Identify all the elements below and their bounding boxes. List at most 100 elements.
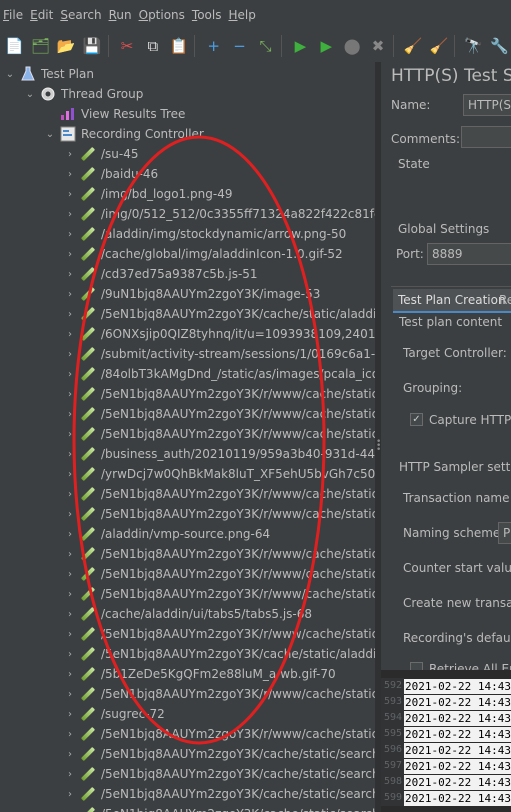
name-field[interactable]: HTTP(S) Test Script Recorder	[463, 94, 511, 116]
save-icon[interactable]: 💾	[81, 35, 104, 57]
chevron-right-icon[interactable]: ›	[64, 629, 76, 640]
tree-item-http-sampler[interactable]: › /5eN1bjq8AAUYm2zgoY3K/r/www/cache/stati…	[0, 624, 375, 644]
menu-edit[interactable]: Edit	[27, 0, 57, 30]
chevron-right-icon[interactable]: ›	[64, 189, 76, 200]
reset-search-icon[interactable]: 🔧	[488, 35, 511, 57]
chevron-right-icon[interactable]: ›	[64, 209, 76, 220]
stop-icon[interactable]: ⬤	[341, 35, 364, 57]
start-no-pauses-icon[interactable]: ▶	[315, 35, 338, 57]
chevron-right-icon[interactable]: ›	[64, 269, 76, 280]
menu-options[interactable]: Options	[136, 0, 189, 30]
menu-search[interactable]: Search	[57, 0, 105, 30]
new-icon[interactable]: 📄	[3, 35, 26, 57]
chevron-right-icon[interactable]: ›	[64, 589, 76, 600]
clear-all-icon[interactable]: 🧹	[427, 35, 450, 57]
chevron-down-icon[interactable]: ⌄	[4, 69, 16, 80]
templates-icon[interactable]: 🗂	[29, 35, 52, 57]
menu-file[interactable]: File	[0, 0, 27, 30]
toggle-icon[interactable]: ⤡	[254, 35, 277, 57]
tree-item-http-sampler[interactable]: › /5b1ZeDe5KgQFm2e88luM_a/wb.gif-70	[0, 664, 375, 684]
chevron-right-icon[interactable]: ›	[64, 729, 76, 740]
tree-item-http-sampler[interactable]: › /sugrec-72	[0, 704, 375, 724]
tree-item-http-sampler[interactable]: › /aladdin/vmp-source.png-64	[0, 524, 375, 544]
tab-requests-filtering[interactable]: Requests Filtering	[494, 289, 511, 311]
paste-icon[interactable]: 📋	[167, 35, 190, 57]
chevron-right-icon[interactable]: ›	[64, 429, 76, 440]
tree-item-http-sampler[interactable]: › /5eN1bjq8AAUYm2zgoY3K/r/www/cache/stati…	[0, 564, 375, 584]
chevron-right-icon[interactable]: ›	[64, 609, 76, 620]
capture-headers-checkbox[interactable]: ✓	[410, 413, 423, 426]
tree-item-http-sampler[interactable]: › /5eN1bjq8AAUYm2zgoY3K/r/www/cache/stati…	[0, 544, 375, 564]
chevron-right-icon[interactable]: ›	[64, 769, 76, 780]
chevron-right-icon[interactable]: ›	[64, 469, 76, 480]
chevron-right-icon[interactable]: ›	[64, 149, 76, 160]
open-icon[interactable]: 📂	[55, 35, 78, 57]
chevron-right-icon[interactable]: ›	[64, 569, 76, 580]
tree-node-recording-controller[interactable]: ⌄ Recording Controller	[0, 124, 375, 144]
chevron-right-icon[interactable]: ›	[64, 529, 76, 540]
shutdown-icon[interactable]: ✖	[367, 35, 390, 57]
tree-item-http-sampler[interactable]: › /5eN1bjq8AAUYm2zgoY3K/cache/static/sear…	[0, 784, 375, 804]
chevron-right-icon[interactable]: ›	[64, 509, 76, 520]
chevron-right-icon[interactable]: ›	[64, 549, 76, 560]
tree-item-http-sampler[interactable]: › /img/bd_logo1.png-49	[0, 184, 375, 204]
tree-item-http-sampler[interactable]: › /5eN1bjq8AAUYm2zgoY3K/cache/static/alad…	[0, 644, 375, 664]
chevron-right-icon[interactable]: ›	[64, 669, 76, 680]
chevron-right-icon[interactable]: ›	[64, 789, 76, 800]
tree-item-http-sampler[interactable]: › /submit/activity-stream/sessions/1/0169…	[0, 344, 375, 364]
tree-item-http-sampler[interactable]: › /aladdin/img/stockdynamic/arrow.png-50	[0, 224, 375, 244]
copy-icon[interactable]: ⧉	[141, 35, 164, 57]
chevron-right-icon[interactable]: ›	[64, 749, 76, 760]
tree-item-http-sampler[interactable]: › /9uN1bjq8AAUYm2zgoY3K/image-53	[0, 284, 375, 304]
chevron-right-icon[interactable]: ›	[64, 349, 76, 360]
menu-tools[interactable]: Tools	[189, 0, 226, 30]
tree-node-view-results-tree[interactable]: View Results Tree	[0, 104, 375, 124]
comments-field[interactable]	[461, 126, 511, 148]
test-plan-tree[interactable]: ⌄ Test Plan ⌄ Thread Group View Results Tree…	[0, 62, 375, 812]
tree-item-http-sampler[interactable]: › /5eN1bjq8AAUYm2zgoY3K/r/www/cache/stati…	[0, 724, 375, 744]
tree-item-http-sampler[interactable]: › /5eN1bjq8AAUYm2zgoY3K/r/www/cache/stati…	[0, 404, 375, 424]
tree-item-http-sampler[interactable]: › /cache/aladdin/ui/tabs5/tabs5.js-68	[0, 604, 375, 624]
tree-item-http-sampler[interactable]: › /yrwDcj7w0QhBkMak8luT_XF5ehU5bvGh7c50/l…	[0, 464, 375, 484]
tree-item-http-sampler[interactable]: › /su-45	[0, 144, 375, 164]
chevron-right-icon[interactable]: ›	[64, 229, 76, 240]
tree-item-http-sampler[interactable]: › /84olbT3kAMgDnd_/static/as/images/pcala…	[0, 364, 375, 384]
tree-item-http-sampler[interactable]: › /5eN1bjq8AAUYm2zgoY3K/r/www/cache/stati…	[0, 684, 375, 704]
log-panel[interactable]: 592 2021-02-22 14:43 593 2021-02-22 14:43 59…	[381, 670, 511, 812]
chevron-right-icon[interactable]: ›	[64, 709, 76, 720]
chevron-right-icon[interactable]: ›	[64, 389, 76, 400]
tree-item-http-sampler[interactable]: › /5eN1bjq8AAUYm2zgoY3K/r/www/cache/stati…	[0, 424, 375, 444]
tree-item-http-sampler[interactable]: › /5eN1bjq8AAUYm2zgoY3K/r/www/cache/stati…	[0, 484, 375, 504]
expand-icon[interactable]: +	[202, 35, 225, 57]
chevron-right-icon[interactable]: ›	[64, 309, 76, 320]
tree-node-test-plan[interactable]: ⌄ Test Plan	[0, 64, 375, 84]
chevron-right-icon[interactable]: ›	[64, 649, 76, 660]
chevron-right-icon[interactable]: ›	[64, 689, 76, 700]
tree-item-http-sampler[interactable]: › /baidu-46	[0, 164, 375, 184]
clear-icon[interactable]: 🧹	[401, 35, 424, 57]
tree-item-http-sampler[interactable]: › /5eN1bjq8AAUYm2zgoY3K/cache/static/alad…	[0, 304, 375, 324]
search-binoculars-icon[interactable]: 🔭	[462, 35, 485, 57]
chevron-right-icon[interactable]: ›	[64, 169, 76, 180]
chevron-right-icon[interactable]: ›	[64, 369, 76, 380]
chevron-right-icon[interactable]: ›	[64, 449, 76, 460]
tree-item-http-sampler[interactable]: › /6ONXsjip0QIZ8tyhnq/it/u=1093938109,240…	[0, 324, 375, 344]
tree-item-http-sampler[interactable]: › /5eN1bjq8AAUYm2zgoY3K/cache/static/sear…	[0, 744, 375, 764]
tree-item-http-sampler[interactable]: › /cache/global/img/aladdinIcon-1.0.gif-5…	[0, 244, 375, 264]
tree-item-http-sampler[interactable]: › /cd37ed75a9387c5b.js-51	[0, 264, 375, 284]
tree-item-http-sampler[interactable]: › /5eN1bjq8AAUYm2zgoY3K/cache/static/sear…	[0, 804, 375, 812]
tree-item-http-sampler[interactable]: › /5eN1bjq8AAUYm2zgoY3K/r/www/cache/stati…	[0, 584, 375, 604]
naming-scheme-select[interactable]: Prefix	[498, 522, 511, 544]
tree-item-http-sampler[interactable]: › /business_auth/20210119/959a3b40-931d-4…	[0, 444, 375, 464]
tree-node-thread-group[interactable]: ⌄ Thread Group	[0, 84, 375, 104]
chevron-right-icon[interactable]: ›	[64, 329, 76, 340]
tab-test-plan-creation[interactable]: Test Plan Creation	[393, 289, 511, 313]
collapse-icon[interactable]: −	[228, 35, 251, 57]
chevron-down-icon[interactable]: ⌄	[44, 129, 56, 140]
start-icon[interactable]: ▶	[289, 35, 312, 57]
tree-item-http-sampler[interactable]: › /5eN1bjq8AAUYm2zgoY3K/r/www/cache/stati…	[0, 504, 375, 524]
chevron-right-icon[interactable]: ›	[64, 489, 76, 500]
cut-icon[interactable]: ✂	[116, 35, 139, 57]
retrieve-all-checkbox[interactable]	[410, 662, 423, 670]
chevron-right-icon[interactable]: ›	[64, 809, 76, 812]
